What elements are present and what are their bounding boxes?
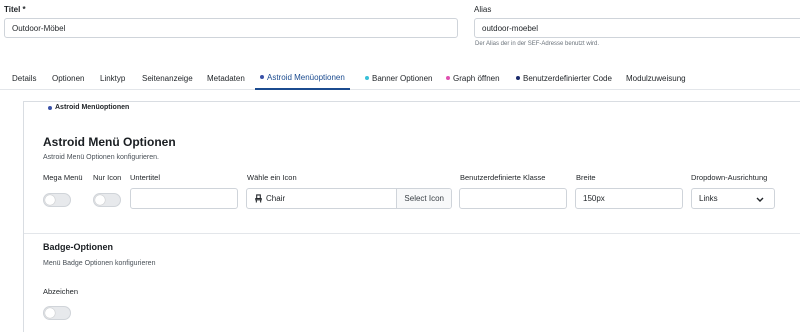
toggle-knob <box>95 195 105 205</box>
tab-label: Astroid Menüoptionen <box>267 72 345 82</box>
tab-linktyp[interactable]: Linktyp <box>100 66 125 90</box>
toggle-knob <box>45 308 55 318</box>
tab-label: Banner Optionen <box>372 73 433 83</box>
title-label: Titel * <box>4 5 26 14</box>
tab-modulzuweisung[interactable]: Modulzuweisung <box>626 66 686 90</box>
tab-dot-icon <box>365 76 369 80</box>
tab-banner-optionen[interactable]: Banner Optionen <box>365 66 433 90</box>
tab-metadaten[interactable]: Metadaten <box>207 66 245 90</box>
icon-label: Wähle ein Icon <box>247 173 297 182</box>
tab-label: Metadaten <box>207 73 245 83</box>
klasse-label: Benutzerdefinierte Klasse <box>460 173 546 182</box>
tab-graph-oeffnen[interactable]: Graph öffnen <box>446 66 500 90</box>
tab-benutzerdefinierter-code[interactable]: Benutzerdefinierter Code <box>516 66 612 90</box>
dropdown-label: Dropdown-Ausrichtung <box>691 173 768 182</box>
abzeichen-label: Abzeichen <box>43 287 79 296</box>
tab-label: Details <box>12 73 37 83</box>
klasse-input[interactable] <box>459 188 567 209</box>
breite-label: Breite <box>576 173 596 182</box>
dropdown-select[interactable]: Links <box>691 188 775 209</box>
untertitel-label: Untertitel <box>130 173 161 182</box>
tab-dot-icon <box>516 76 520 80</box>
icon-value: Chair <box>266 194 286 203</box>
legend-label: Astroid Menüoptionen <box>55 104 130 111</box>
nur-icon-label: Nur Icon <box>93 173 122 182</box>
abzeichen-toggle[interactable] <box>43 306 71 320</box>
tab-label: Seitenanzeige <box>142 73 193 83</box>
tab-label: Optionen <box>52 73 85 83</box>
alias-hint: Der Alias der in der SEF-Adresse benutzt… <box>475 41 600 47</box>
toggle-knob <box>45 195 55 205</box>
tab-bar: Details Optionen Linktyp Seitenanzeige M… <box>0 66 800 90</box>
badge-description: Menü Badge Optionen konfigurieren <box>43 260 156 267</box>
tab-label: Graph öffnen <box>453 73 500 83</box>
astroid-description: Astroid Menü Optionen konfigurieren. <box>43 154 159 161</box>
nur-icon-toggle[interactable] <box>93 193 121 207</box>
badge-heading: Badge-Optionen <box>43 242 113 252</box>
tab-label: Benutzerdefinierter Code <box>523 73 612 83</box>
chair-icon <box>255 194 262 203</box>
title-input[interactable]: Outdoor-Möbel <box>4 18 458 38</box>
tab-label: Linktyp <box>100 73 126 83</box>
dropdown-value: Links <box>699 194 718 203</box>
chevron-down-icon <box>756 197 764 202</box>
select-icon-button[interactable]: Select Icon <box>396 189 451 208</box>
tab-details[interactable]: Details <box>12 66 36 90</box>
tab-optionen[interactable]: Optionen <box>52 66 84 90</box>
tab-label: Modulzuweisung <box>626 73 686 83</box>
mega-menu-toggle[interactable] <box>43 193 71 207</box>
fieldset-legend: Astroid Menüoptionen <box>44 104 134 111</box>
untertitel-input[interactable] <box>130 188 238 209</box>
mega-menu-label: Mega Menü <box>43 173 83 182</box>
alias-input[interactable]: outdoor-moebel <box>474 18 800 38</box>
tab-dot-icon <box>260 75 264 79</box>
tab-astroid-menueoptionen[interactable]: Astroid Menüoptionen <box>255 66 350 90</box>
astroid-heading: Astroid Menü Optionen <box>43 135 176 149</box>
section-divider <box>24 233 800 234</box>
alias-label: Alias <box>474 5 492 14</box>
breite-input[interactable]: 150px <box>575 188 683 209</box>
legend-dot-icon <box>48 105 52 110</box>
tab-dot-icon <box>446 76 450 80</box>
icon-picker[interactable]: Chair Select Icon <box>246 188 452 209</box>
tab-seitenanzeige[interactable]: Seitenanzeige <box>142 66 193 90</box>
